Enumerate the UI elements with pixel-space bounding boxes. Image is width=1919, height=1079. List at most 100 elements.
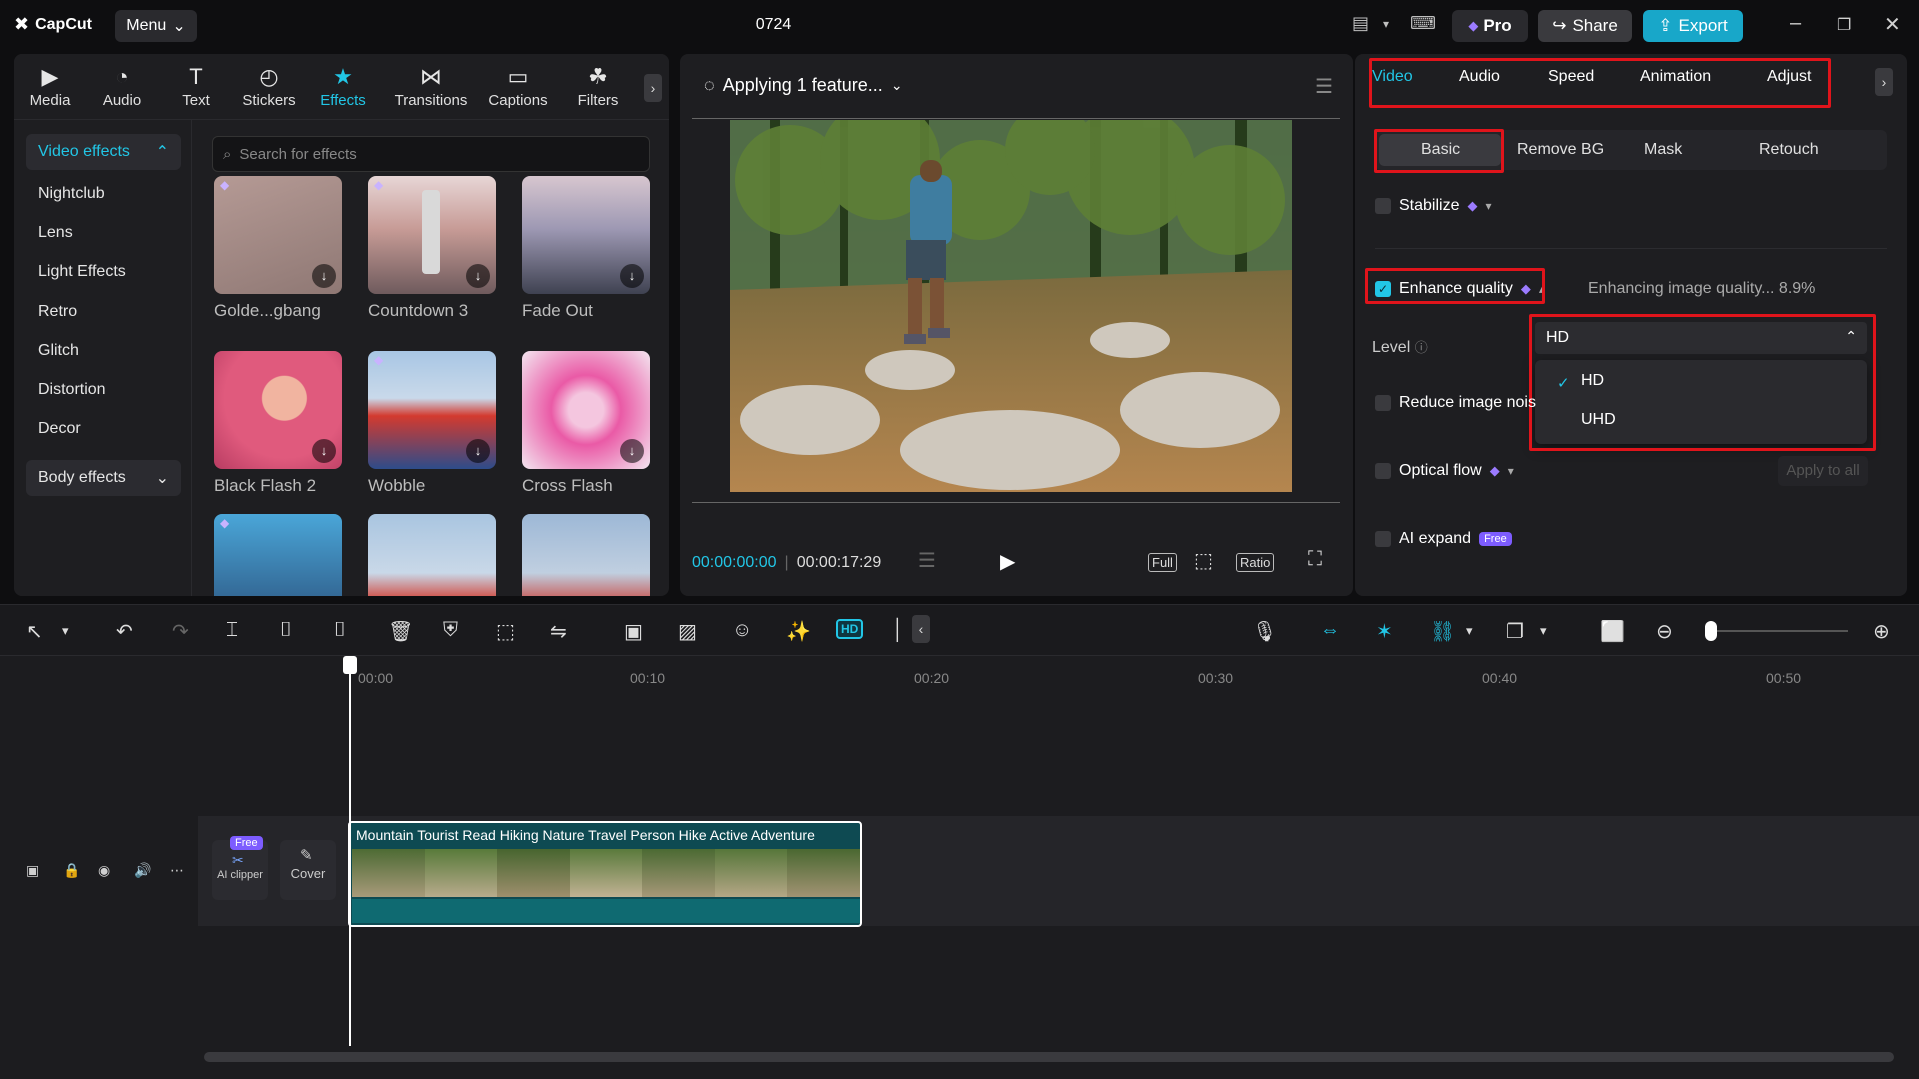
category-light-effects[interactable]: Light Effects — [38, 263, 126, 281]
tab-text[interactable]: T Text — [160, 64, 232, 109]
split-left-icon[interactable]: ⌷ — [280, 619, 292, 642]
tab-video[interactable]: Video — [1372, 68, 1413, 86]
tab-effects[interactable]: ★ Effects — [307, 64, 379, 109]
zoom-out-icon[interactable]: ⊖ — [1656, 619, 1673, 644]
optical-flow-checkbox[interactable] — [1375, 463, 1391, 479]
microphone-icon[interactable]: 🎙 — [1252, 619, 1277, 644]
maximize-icon[interactable]: ❐ — [1837, 15, 1851, 35]
tab-speed[interactable]: Speed — [1548, 68, 1594, 86]
effect-card[interactable]: ◆ ↓ Wobble — [368, 351, 496, 496]
chevron-down-icon[interactable]: ▾ — [1466, 623, 1473, 639]
toolbar-collapse-button[interactable]: ‹ — [912, 615, 930, 643]
shortcuts-icon[interactable]: ⌨ — [1410, 13, 1436, 34]
zoom-slider-track[interactable] — [1710, 630, 1848, 632]
download-icon[interactable]: ↓ — [312, 264, 336, 288]
undo-icon[interactable]: ↶ — [116, 619, 133, 644]
freeze-frame-icon[interactable]: ▣ — [624, 619, 643, 644]
chevron-down-icon[interactable]: ▾ — [1485, 199, 1491, 213]
split-icon[interactable]: ⌶ — [226, 619, 238, 642]
effect-card[interactable]: ◆ ↓ Countdown 3 — [368, 176, 496, 321]
download-icon[interactable]: ↓ — [466, 439, 490, 463]
effects-search-input[interactable]: ⌕ Search for effects — [212, 136, 650, 172]
effect-card[interactable]: ↓ Black Flash 2 — [214, 351, 342, 496]
more-options-icon[interactable]: ⋯ — [170, 862, 184, 879]
effect-card[interactable] — [522, 514, 650, 596]
zoom-fit-icon[interactable]: ⬚ — [1194, 548, 1213, 573]
preview-axis-icon[interactable]: ❐ — [1506, 619, 1524, 644]
category-decor[interactable]: Decor — [38, 420, 81, 438]
apply-to-all-button[interactable]: Apply to all — [1778, 456, 1868, 486]
video-preview[interactable] — [730, 120, 1292, 492]
category-retro[interactable]: Retro — [38, 303, 77, 321]
share-button[interactable]: ↪ Share — [1538, 10, 1632, 42]
download-icon[interactable]: ↓ — [466, 264, 490, 288]
full-button[interactable]: Full — [1148, 553, 1177, 572]
timeline[interactable]: 00:00 00:10 00:20 00:30 00:40 00:50 ▣ 🔒 … — [0, 656, 1919, 1079]
effect-card[interactable]: ↓ Fade Out — [522, 176, 650, 321]
crop-icon[interactable]: ⬚ — [496, 619, 515, 644]
download-icon[interactable]: ↓ — [312, 439, 336, 463]
tab-adjust[interactable]: Adjust — [1767, 68, 1811, 86]
fit-timeline-icon[interactable]: ⬜ — [1600, 619, 1625, 644]
delete-icon[interactable]: 🗑 — [388, 619, 413, 644]
detach-audio-icon[interactable]: ▨ — [678, 619, 697, 644]
tab-animation[interactable]: Animation — [1640, 68, 1711, 86]
lock-icon[interactable]: 🔒 — [63, 862, 80, 879]
main-track-magnet-icon[interactable]: ⇔ — [1320, 619, 1340, 642]
video-effects-group[interactable]: Video effects ⌃ — [26, 134, 181, 170]
fullscreen-icon[interactable]: ⛶ — [1308, 548, 1322, 571]
cover-button[interactable]: ✎ Cover — [280, 840, 336, 900]
pro-button[interactable]: ◆ Pro — [1452, 10, 1528, 42]
category-glitch[interactable]: Glitch — [38, 342, 79, 360]
export-button[interactable]: ⇪ Export — [1643, 10, 1743, 42]
download-icon[interactable]: ↓ — [620, 264, 644, 288]
magic-wand-icon[interactable]: ✨ — [786, 619, 811, 644]
tab-captions[interactable]: ▭ Captions — [478, 64, 558, 109]
tab-media[interactable]: ▶ Media — [14, 64, 86, 109]
applying-status[interactable]: ◌ Applying 1 feature... ⌄ — [704, 75, 903, 96]
minimize-icon[interactable]: – — [1790, 12, 1801, 35]
redo-icon[interactable]: ↷ — [172, 619, 189, 644]
close-icon[interactable]: ✕ — [1884, 12, 1901, 37]
layout-icon[interactable]: ▤ — [1352, 13, 1369, 34]
linkage-icon[interactable]: ⛓ — [1430, 619, 1455, 644]
select-cursor-icon[interactable]: ↖ — [26, 619, 43, 644]
effect-card[interactable]: ↓ Cross Flash — [522, 351, 650, 496]
tab-filters[interactable]: ☘ Filters — [562, 64, 634, 109]
tab-audio[interactable]: ◔ Audio — [86, 64, 158, 109]
timeline-scrollbar[interactable] — [204, 1052, 1894, 1062]
ai-clipper-button[interactable]: Free ✂ AI clipper — [212, 836, 268, 900]
help-icon[interactable]: ⓘ — [1415, 340, 1428, 355]
layout-dropdown-icon[interactable]: ▾ — [1383, 17, 1389, 31]
category-distortion[interactable]: Distortion — [38, 381, 106, 399]
split-right-icon[interactable]: ⌷ — [334, 619, 346, 642]
mirror-icon[interactable]: ⇋ — [550, 619, 567, 644]
subtab-remove-bg[interactable]: Remove BG — [1517, 141, 1604, 159]
subtab-retouch[interactable]: Retouch — [1759, 141, 1819, 159]
subtab-basic[interactable]: Basic — [1421, 141, 1460, 159]
effect-card[interactable]: ◆ ↓ Golde...gbang — [214, 176, 342, 321]
more-tools-icon[interactable]: │ — [892, 619, 905, 642]
marker-icon[interactable]: ⛨ — [443, 619, 458, 642]
level-option-uhd[interactable]: UHD — [1581, 411, 1616, 429]
subtab-mask[interactable]: Mask — [1644, 141, 1682, 159]
chevron-up-icon[interactable]: ▴ — [1539, 282, 1545, 296]
tab-stickers[interactable]: ◴ Stickers — [233, 64, 305, 109]
level-select[interactable]: HD ⌃ — [1535, 322, 1867, 354]
effect-card[interactable]: ◆ — [214, 514, 342, 596]
tab-audio[interactable]: Audio — [1459, 68, 1500, 86]
video-clip[interactable]: Mountain Tourist Read Hiking Nature Trav… — [348, 821, 862, 927]
enhance-quality-checkbox[interactable]: ✓ — [1375, 281, 1391, 297]
waveform-icon[interactable]: ☰ — [918, 548, 936, 573]
playhead[interactable] — [349, 656, 351, 1046]
body-effects-group[interactable]: Body effects ⌄ — [26, 460, 181, 496]
level-option-hd[interactable]: HD — [1581, 372, 1604, 390]
hamburger-menu-icon[interactable]: ☰ — [1315, 74, 1333, 99]
ai-expand-checkbox[interactable] — [1375, 531, 1391, 547]
tabs-scroll-right-button[interactable]: › — [1875, 68, 1893, 96]
zoom-slider-handle[interactable] — [1705, 621, 1717, 641]
effect-card[interactable] — [368, 514, 496, 596]
chevron-down-icon[interactable]: ▾ — [1508, 464, 1514, 478]
auto-snap-icon[interactable]: ✶ — [1376, 619, 1393, 644]
hd-enhance-icon[interactable]: HD — [836, 619, 864, 639]
